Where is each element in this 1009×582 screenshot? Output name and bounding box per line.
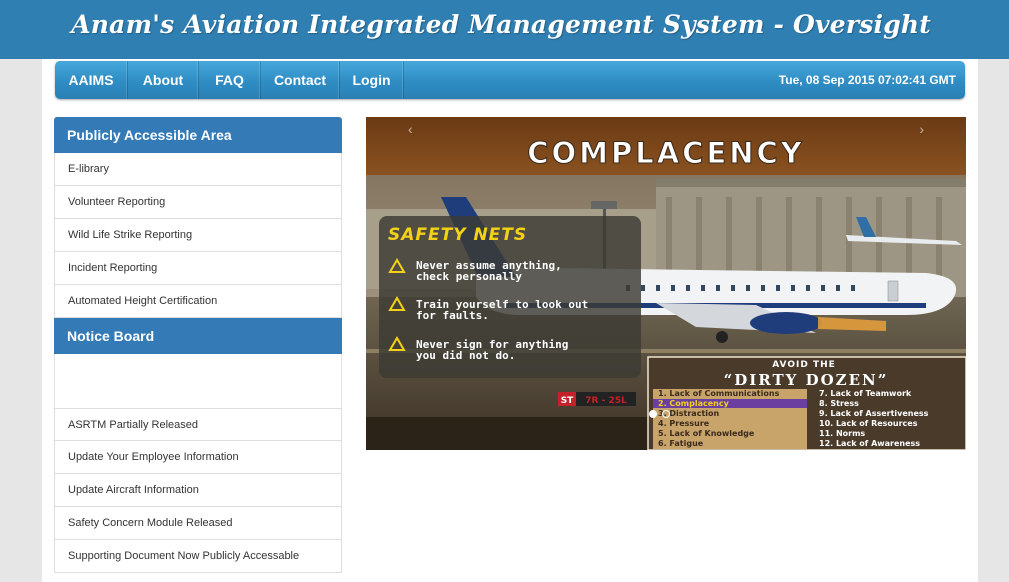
- site-header: Anam's Aviation Integrated Management Sy…: [0, 0, 1009, 59]
- chevron-right-icon[interactable]: ›: [919, 121, 924, 137]
- nav-item-login[interactable]: Login: [340, 61, 404, 99]
- carousel-indicators: [649, 410, 670, 418]
- dozen-item: 2. Complacency: [658, 399, 730, 408]
- image-carousel: COMPLACENCY SAFETY NETS Never assume any…: [366, 117, 966, 450]
- notice-item[interactable]: Supporting Document Now Publicly Accessa…: [54, 540, 342, 573]
- link-volunteer-reporting[interactable]: Volunteer Reporting: [54, 186, 342, 219]
- dozen-item: 12. Lack of Awareness: [819, 439, 920, 448]
- notice-item[interactable]: ASRTM Partially Released: [54, 408, 342, 441]
- notice-item[interactable]: Update Your Employee Information: [54, 441, 342, 474]
- dozen-item: 8. Stress: [819, 399, 859, 408]
- dozen-item: 4. Pressure: [658, 419, 710, 428]
- link-wildlife-strike-reporting[interactable]: Wild Life Strike Reporting: [54, 219, 342, 252]
- sidebar: Publicly Accessible Area E-library Volun…: [54, 117, 342, 573]
- site-title: Anam's Aviation Integrated Management Sy…: [71, 10, 931, 39]
- notice-list: ASRTM Partially Released Update Your Emp…: [54, 408, 342, 573]
- notice-item[interactable]: Safety Concern Module Released: [54, 507, 342, 540]
- dozen-item: 6. Fatigue: [658, 439, 704, 448]
- dozen-item: 1. Lack of Communications: [658, 389, 780, 398]
- runway-sign-text: 7R - 25L: [585, 396, 627, 406]
- runway-sign-st: ST: [561, 396, 574, 406]
- dozen-item: 9. Lack of Assertiveness: [819, 409, 929, 418]
- complacency-slide-image: COMPLACENCY SAFETY NETS Never assume any…: [366, 117, 966, 450]
- avoid-label: AVOID THE: [772, 360, 836, 370]
- notice-board-spacer: [54, 354, 342, 408]
- link-automated-height-certification[interactable]: Automated Height Certification: [54, 285, 342, 318]
- chevron-left-icon[interactable]: ‹: [408, 121, 413, 137]
- dirty-dozen-title: “DIRTY DOZEN”: [724, 371, 889, 389]
- nav-item-aaims[interactable]: AAIMS: [55, 61, 128, 99]
- link-incident-reporting[interactable]: Incident Reporting: [54, 252, 342, 285]
- dozen-item: 5. Lack of Knowledge: [658, 429, 755, 438]
- safety-net-line: check personally: [416, 270, 522, 283]
- link-e-library[interactable]: E-library: [54, 153, 342, 186]
- main-navbar: AAIMS About FAQ Contact Login Tue, 08 Se…: [55, 61, 965, 99]
- safety-nets-title: SAFETY NETS: [388, 225, 527, 245]
- safety-net-line: you did not do.: [416, 349, 515, 362]
- nav-item-about[interactable]: About: [128, 61, 199, 99]
- dozen-item: 7. Lack of Teamwork: [819, 389, 912, 398]
- slide-title: COMPLACENCY: [527, 136, 805, 170]
- notice-board-heading: Notice Board: [54, 318, 342, 354]
- carousel-dot[interactable]: [649, 410, 657, 418]
- dozen-item: 11. Norms: [819, 429, 865, 438]
- server-datetime: Tue, 08 Sep 2015 07:02:41 GMT: [778, 73, 956, 87]
- notice-item[interactable]: Update Aircraft Information: [54, 474, 342, 507]
- nav-item-faq[interactable]: FAQ: [199, 61, 261, 99]
- public-area-heading: Publicly Accessible Area: [54, 117, 342, 153]
- nav-item-contact[interactable]: Contact: [261, 61, 340, 99]
- dozen-item: 10. Lack of Resources: [819, 419, 918, 428]
- carousel-dot[interactable]: [662, 410, 670, 418]
- safety-net-line: for faults.: [416, 309, 489, 322]
